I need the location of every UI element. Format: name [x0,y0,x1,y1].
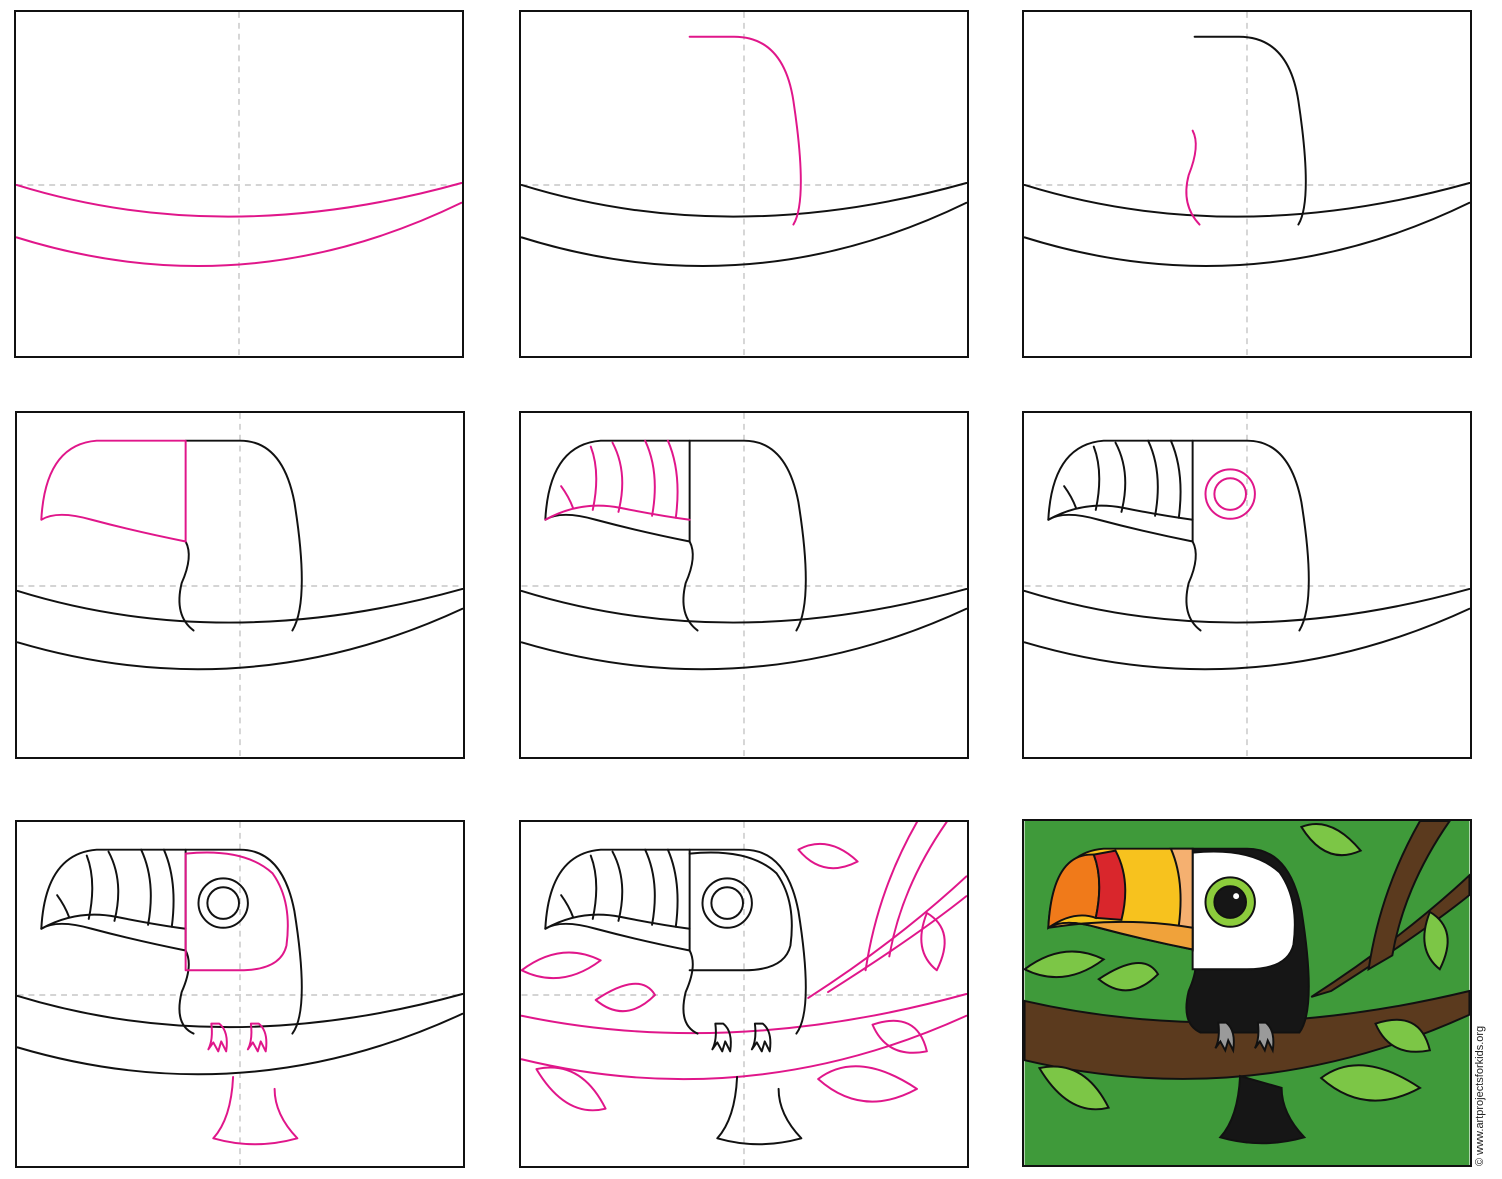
step-8-panel [519,820,969,1168]
step-3-drawing [1024,12,1470,356]
step-2-panel [519,10,969,358]
step-7-panel [15,820,465,1168]
step-4-panel [15,411,465,759]
step-2-drawing [521,12,967,356]
step-9-panel [1022,819,1472,1167]
step-8-drawing [521,822,967,1166]
website-credit: © www.artprojectsforkids.org [1474,1025,1486,1166]
step-6-drawing [1024,413,1470,757]
step-6-panel [1022,411,1472,759]
step-5-panel [519,411,969,759]
step-7-drawing [17,822,463,1166]
step-1-panel [14,10,464,358]
step-3-panel [1022,10,1472,358]
step-9-colored-toucan [1024,821,1470,1165]
step-5-drawing [521,413,967,757]
step-4-drawing [17,413,463,757]
step-1-drawing [16,12,462,356]
